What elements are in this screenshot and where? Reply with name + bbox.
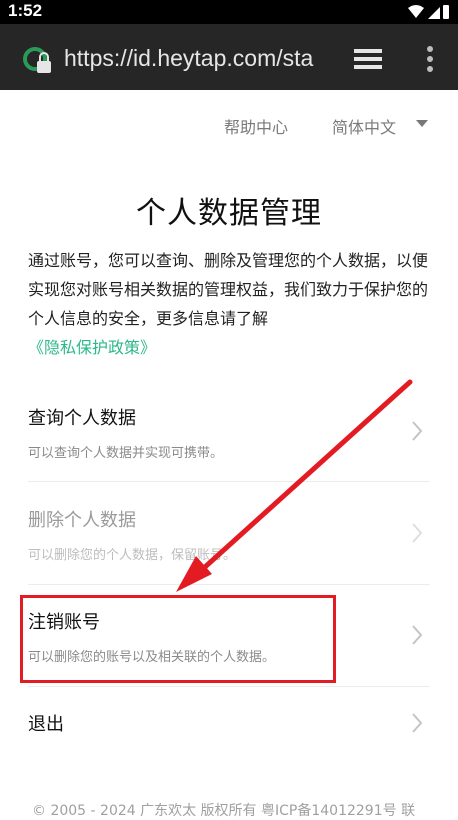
status-bar: 1:52 (0, 0, 458, 24)
chevron-right-icon (412, 421, 423, 441)
site-security-icon[interactable] (20, 45, 54, 75)
dropdown-caret-icon (416, 120, 428, 127)
browser-toolbar: https://id.heytap.com/sta (0, 24, 458, 90)
signal-icon (428, 7, 440, 19)
url-bar[interactable]: https://id.heytap.com/sta (64, 43, 326, 73)
annotation-highlight-box (20, 595, 336, 683)
menu-item-desc: 可以删除您的个人数据，保留账号。 (28, 548, 237, 563)
wifi-icon (408, 5, 424, 18)
menu-item-delete-data[interactable]: 删除个人数据 可以删除您的个人数据，保留账号。 (28, 506, 430, 566)
chevron-right-icon (412, 523, 423, 543)
menu-item-label: 删除个人数据 (28, 510, 136, 531)
chevron-right-icon (412, 713, 423, 733)
top-nav: 帮助中心 简体中文 (0, 106, 458, 142)
battery-icon (443, 5, 449, 19)
page-title: 个人数据管理 (136, 196, 322, 231)
help-center-link[interactable]: 帮助中心 (224, 114, 288, 138)
privacy-policy-link[interactable]: 《隐私保护政策》 (28, 338, 156, 357)
menu-item-label: 退出 (28, 714, 64, 735)
menu-item-label: 查询个人数据 (28, 408, 136, 429)
chevron-right-icon (412, 625, 423, 645)
tabs-icon[interactable] (352, 46, 384, 72)
menu-item-query-data[interactable]: 查询个人数据 可以查询个人数据并实现可携带。 (28, 404, 430, 464)
divider (28, 481, 430, 482)
intro-text: 通过账号，您可以查询、删除及管理您的个人数据，以便实现您对账号相关数据的管理权益… (28, 251, 429, 328)
menu-item-logout[interactable]: 退出 (28, 710, 430, 740)
divider (28, 584, 430, 585)
language-select[interactable]: 简体中文 (332, 114, 428, 138)
status-icons (408, 5, 449, 19)
divider (28, 686, 430, 687)
status-time: 1:52 (8, 1, 43, 20)
overflow-menu-icon[interactable] (420, 44, 440, 74)
menu-item-desc: 可以查询个人数据并实现可携带。 (28, 446, 224, 461)
copyright-footer: © 2005 - 2024 广东欢太 版权所有 粤ICP备14012291号 联 (32, 803, 416, 819)
intro-paragraph: 通过账号，您可以查询、删除及管理您的个人数据，以便实现您对账号相关数据的管理权益… (28, 246, 432, 362)
language-label: 简体中文 (332, 118, 397, 137)
